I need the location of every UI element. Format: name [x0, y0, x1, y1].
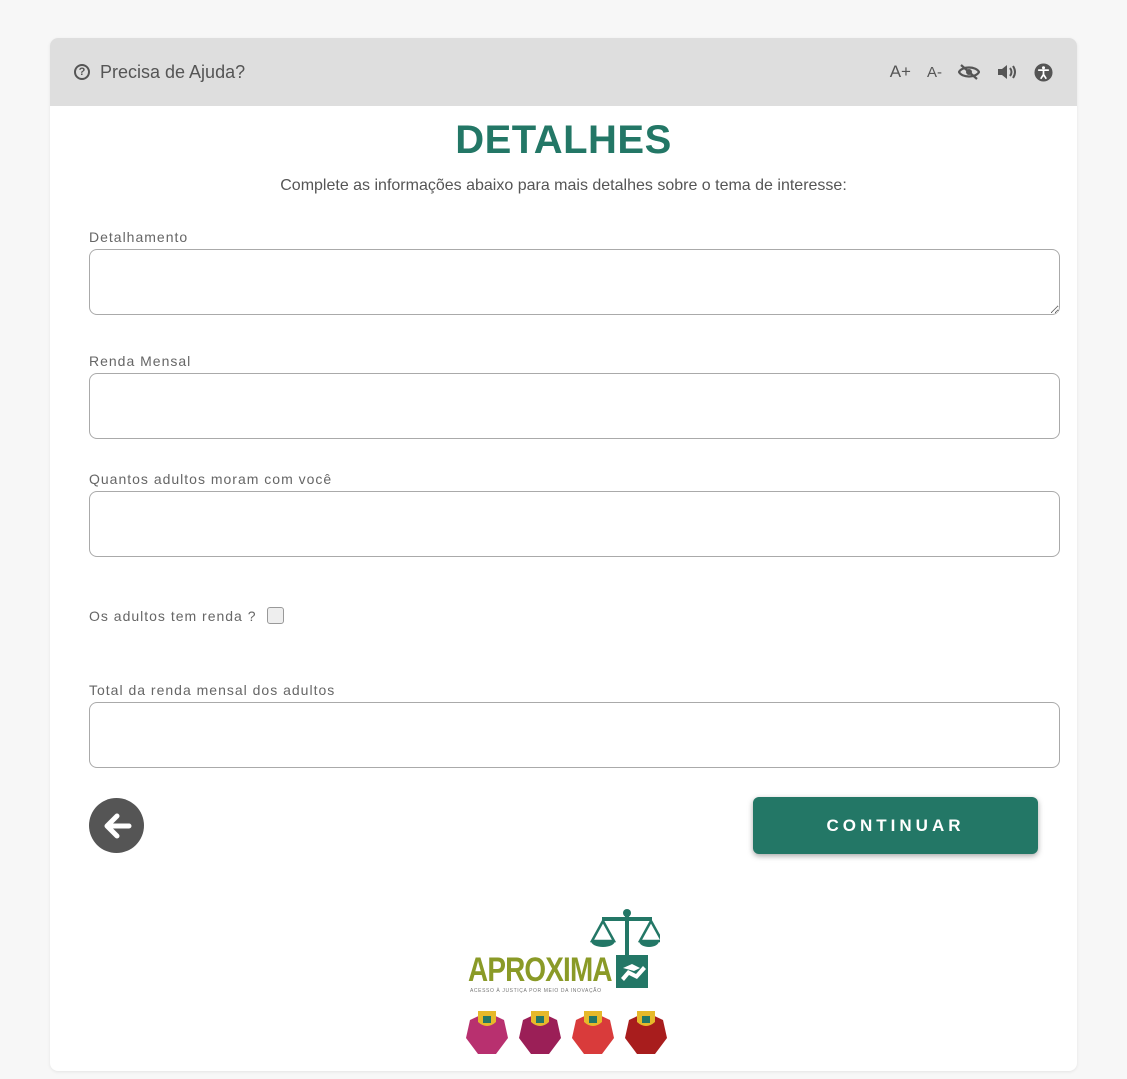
renda-mensal-group: Renda Mensal — [89, 353, 1060, 439]
accessibility-icon[interactable] — [1034, 62, 1053, 82]
arrow-left-icon — [104, 813, 131, 838]
adultos-label: Quantos adultos moram com você — [89, 471, 333, 487]
adultos-renda-label: Os adultos tem renda ? — [89, 607, 257, 624]
main-card: ? Precisa de Ajuda? A+ A- DETALHES Compl… — [50, 38, 1077, 1071]
total-renda-input[interactable] — [89, 702, 1060, 768]
total-renda-group: Total da renda mensal dos adultos — [89, 682, 1060, 768]
aproxima-logo: APROXIMA ACESSO À JUSTIÇA POR MEIO DA IN… — [468, 908, 660, 998]
question-circle-icon: ? — [74, 64, 90, 80]
page-subtitle: Complete as informações abaixo para mais… — [280, 177, 847, 194]
logo-text: APROXIMA — [468, 951, 613, 989]
certification-badges — [464, 1008, 669, 1058]
back-button[interactable] — [89, 798, 144, 853]
font-increase-button[interactable]: A+ — [890, 62, 911, 82]
certification-badge-icon — [519, 1011, 561, 1054]
adultos-renda-checkbox[interactable] — [266, 607, 284, 624]
detalhamento-label: Detalhamento — [89, 229, 189, 245]
certification-badge-icon — [466, 1011, 508, 1054]
total-renda-label: Total da renda mensal dos adultos — [89, 682, 336, 698]
page-title: DETALHES — [455, 118, 672, 162]
renda-mensal-input[interactable] — [89, 373, 1060, 439]
help-link[interactable]: ? Precisa de Ajuda? — [74, 62, 245, 83]
adultos-renda-group: Os adultos tem renda ? — [89, 607, 1060, 624]
adultos-group: Quantos adultos moram com você — [89, 471, 1060, 557]
detalhamento-textarea[interactable] — [89, 249, 1060, 315]
logo-tagline: ACESSO À JUSTIÇA POR MEIO DA INOVAÇÃO — [470, 988, 602, 994]
accessibility-tools: A+ A- — [890, 62, 1053, 82]
adultos-input[interactable] — [89, 491, 1060, 557]
certification-badge-icon — [625, 1011, 667, 1054]
help-label: Precisa de Ajuda? — [100, 61, 246, 82]
font-decrease-button[interactable]: A- — [927, 64, 942, 81]
eye-slash-icon[interactable] — [958, 63, 980, 81]
accessibility-toolbar: ? Precisa de Ajuda? A+ A- — [50, 38, 1077, 106]
volume-icon[interactable] — [996, 63, 1018, 81]
detalhamento-group: Detalhamento — [89, 229, 1060, 315]
certification-badge-icon — [572, 1011, 614, 1054]
renda-mensal-label: Renda Mensal — [89, 353, 192, 369]
continue-button[interactable]: CONTINUAR — [753, 797, 1038, 854]
